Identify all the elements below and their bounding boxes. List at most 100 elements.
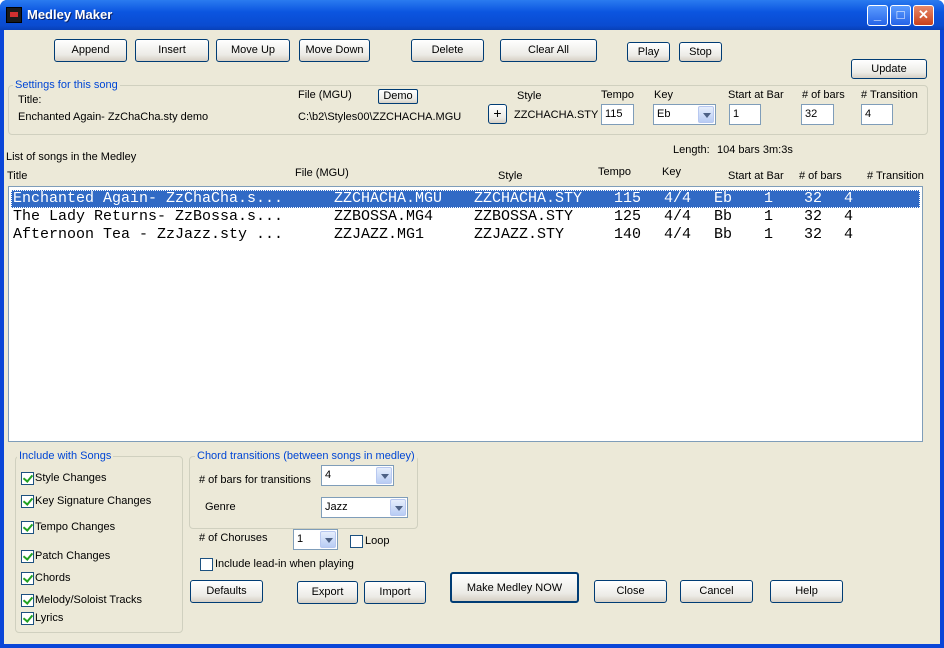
song-style: ZZCHACHA.STY (474, 190, 583, 207)
choruses-label: # of Choruses (199, 532, 268, 544)
add-style-button[interactable]: + (488, 104, 507, 124)
append-button[interactable]: Append (54, 39, 127, 62)
song-key: Bb (714, 208, 733, 225)
song-time-signature: 4/4 (664, 190, 692, 207)
update-button[interactable]: Update (851, 59, 927, 79)
defaults-button[interactable]: Defaults (190, 580, 263, 603)
demo-button[interactable]: Demo (378, 89, 418, 104)
column-title: Title (7, 170, 28, 182)
app-icon (6, 7, 22, 23)
lead-in-checkbox[interactable] (200, 558, 213, 571)
delete-button[interactable]: Delete (411, 39, 484, 62)
lyrics-checkbox[interactable] (21, 612, 34, 625)
insert-button[interactable]: Insert (135, 39, 209, 62)
choruses-value: 1 (297, 533, 304, 545)
list-heading: List of songs in the Medley (6, 151, 137, 163)
chord-transitions-title: Chord transitions (between songs in medl… (195, 450, 417, 462)
song-bars: 32 (804, 208, 823, 225)
length-value: 104 bars 3m:3s (717, 144, 793, 156)
loop-checkbox[interactable] (350, 535, 363, 548)
minimize-icon[interactable]: _ (867, 5, 888, 26)
song-list[interactable]: Enchanted Again- ZzChaCha.s... ZZCHACHA.… (8, 186, 923, 442)
start-bar-label: Start at Bar (728, 89, 784, 101)
column-file: File (MGU) (295, 167, 349, 179)
chords-label: Chords (35, 572, 71, 584)
title-value: Enchanted Again- ZzChaCha.sty demo (18, 111, 209, 123)
melody-soloist-label: Melody/Soloist Tracks (35, 594, 142, 606)
song-key: Bb (714, 226, 733, 243)
stop-button[interactable]: Stop (679, 42, 722, 62)
loop-label: Loop (365, 535, 390, 547)
key-select-value: Eb (657, 108, 671, 120)
clear-all-button[interactable]: Clear All (500, 39, 597, 62)
song-style: ZZBOSSA.STY (474, 208, 574, 225)
song-title: Enchanted Again- ZzChaCha.s... (13, 190, 284, 207)
settings-group (8, 85, 928, 135)
song-bars: 32 (804, 190, 823, 207)
key-select[interactable]: Eb (653, 104, 716, 125)
melody-soloist-checkbox[interactable] (21, 594, 34, 607)
window-title: Medley Maker (27, 7, 113, 22)
song-time-signature: 4/4 (664, 226, 692, 243)
make-medley-button[interactable]: Make Medley NOW (450, 572, 579, 603)
bars-label: # of bars (802, 89, 845, 101)
column-bars: # of bars (799, 170, 842, 182)
cancel-button[interactable]: Cancel (680, 580, 753, 603)
chevron-down-icon[interactable] (698, 106, 714, 123)
key-signature-changes-label: Key Signature Changes (35, 495, 152, 507)
move-down-button[interactable]: Move Down (299, 39, 370, 62)
lyrics-label: Lyrics (35, 612, 64, 624)
file-value: C:\b2\Styles00\ZZCHACHA.MGU (298, 111, 462, 123)
bars-input[interactable]: 32 (801, 104, 834, 125)
column-start-bar: Start at Bar (728, 170, 784, 182)
column-style: Style (498, 170, 523, 182)
song-key: Eb (714, 190, 733, 207)
list-item[interactable]: Afternoon Tea - ZzJazz.sty ... ZZJAZZ.MG… (11, 226, 920, 244)
import-button[interactable]: Import (364, 581, 426, 604)
song-file: ZZCHACHA.MGU (334, 190, 443, 207)
play-button[interactable]: Play (627, 42, 670, 62)
length-label: Length: (673, 144, 710, 156)
song-title: The Lady Returns- ZzBossa.s... (13, 208, 284, 225)
start-bar-input[interactable]: 1 (729, 104, 761, 125)
transition-input[interactable]: 4 (861, 104, 893, 125)
key-label: Key (654, 89, 673, 101)
genre-select[interactable]: Jazz (321, 497, 408, 518)
song-start-bar: 1 (764, 190, 774, 207)
lead-in-label: Include lead-in when playing (215, 558, 354, 570)
patch-changes-label: Patch Changes (35, 550, 111, 562)
list-item[interactable]: Enchanted Again- ZzChaCha.s... ZZCHACHA.… (11, 190, 920, 208)
song-bars: 32 (804, 226, 823, 243)
list-item[interactable]: The Lady Returns- ZzBossa.s... ZZBOSSA.M… (11, 208, 920, 226)
maximize-icon[interactable]: □ (890, 5, 911, 26)
move-up-button[interactable]: Move Up (216, 39, 290, 62)
style-changes-checkbox[interactable] (21, 472, 34, 485)
chevron-down-icon[interactable] (376, 467, 392, 484)
song-transition: 4 (844, 226, 854, 243)
song-start-bar: 1 (764, 208, 774, 225)
song-tempo: 115 (614, 190, 642, 207)
choruses-select[interactable]: 1 (293, 529, 338, 550)
song-transition: 4 (844, 190, 854, 207)
column-transition: # Transition (867, 170, 924, 182)
tempo-changes-checkbox[interactable] (21, 521, 34, 534)
song-time-signature: 4/4 (664, 208, 692, 225)
genre-value: Jazz (325, 501, 348, 513)
key-signature-changes-checkbox[interactable] (21, 495, 34, 508)
export-button[interactable]: Export (297, 581, 358, 604)
help-button[interactable]: Help (770, 580, 843, 603)
song-start-bar: 1 (764, 226, 774, 243)
close-icon[interactable]: ✕ (913, 5, 934, 26)
title-bar[interactable]: Medley Maker _ □ ✕ (0, 0, 944, 30)
chevron-down-icon[interactable] (390, 499, 406, 516)
transition-bars-select[interactable]: 4 (321, 465, 394, 486)
patch-changes-checkbox[interactable] (21, 550, 34, 563)
tempo-label: Tempo (601, 89, 635, 101)
tempo-input[interactable]: 115 (601, 104, 634, 125)
song-title: Afternoon Tea - ZzJazz.sty ... (13, 226, 284, 243)
chevron-down-icon[interactable] (320, 531, 336, 548)
include-group-title: Include with Songs (17, 450, 114, 462)
chords-checkbox[interactable] (21, 572, 34, 585)
close-button[interactable]: Close (594, 580, 667, 603)
song-file: ZZJAZZ.MG1 (334, 226, 425, 243)
